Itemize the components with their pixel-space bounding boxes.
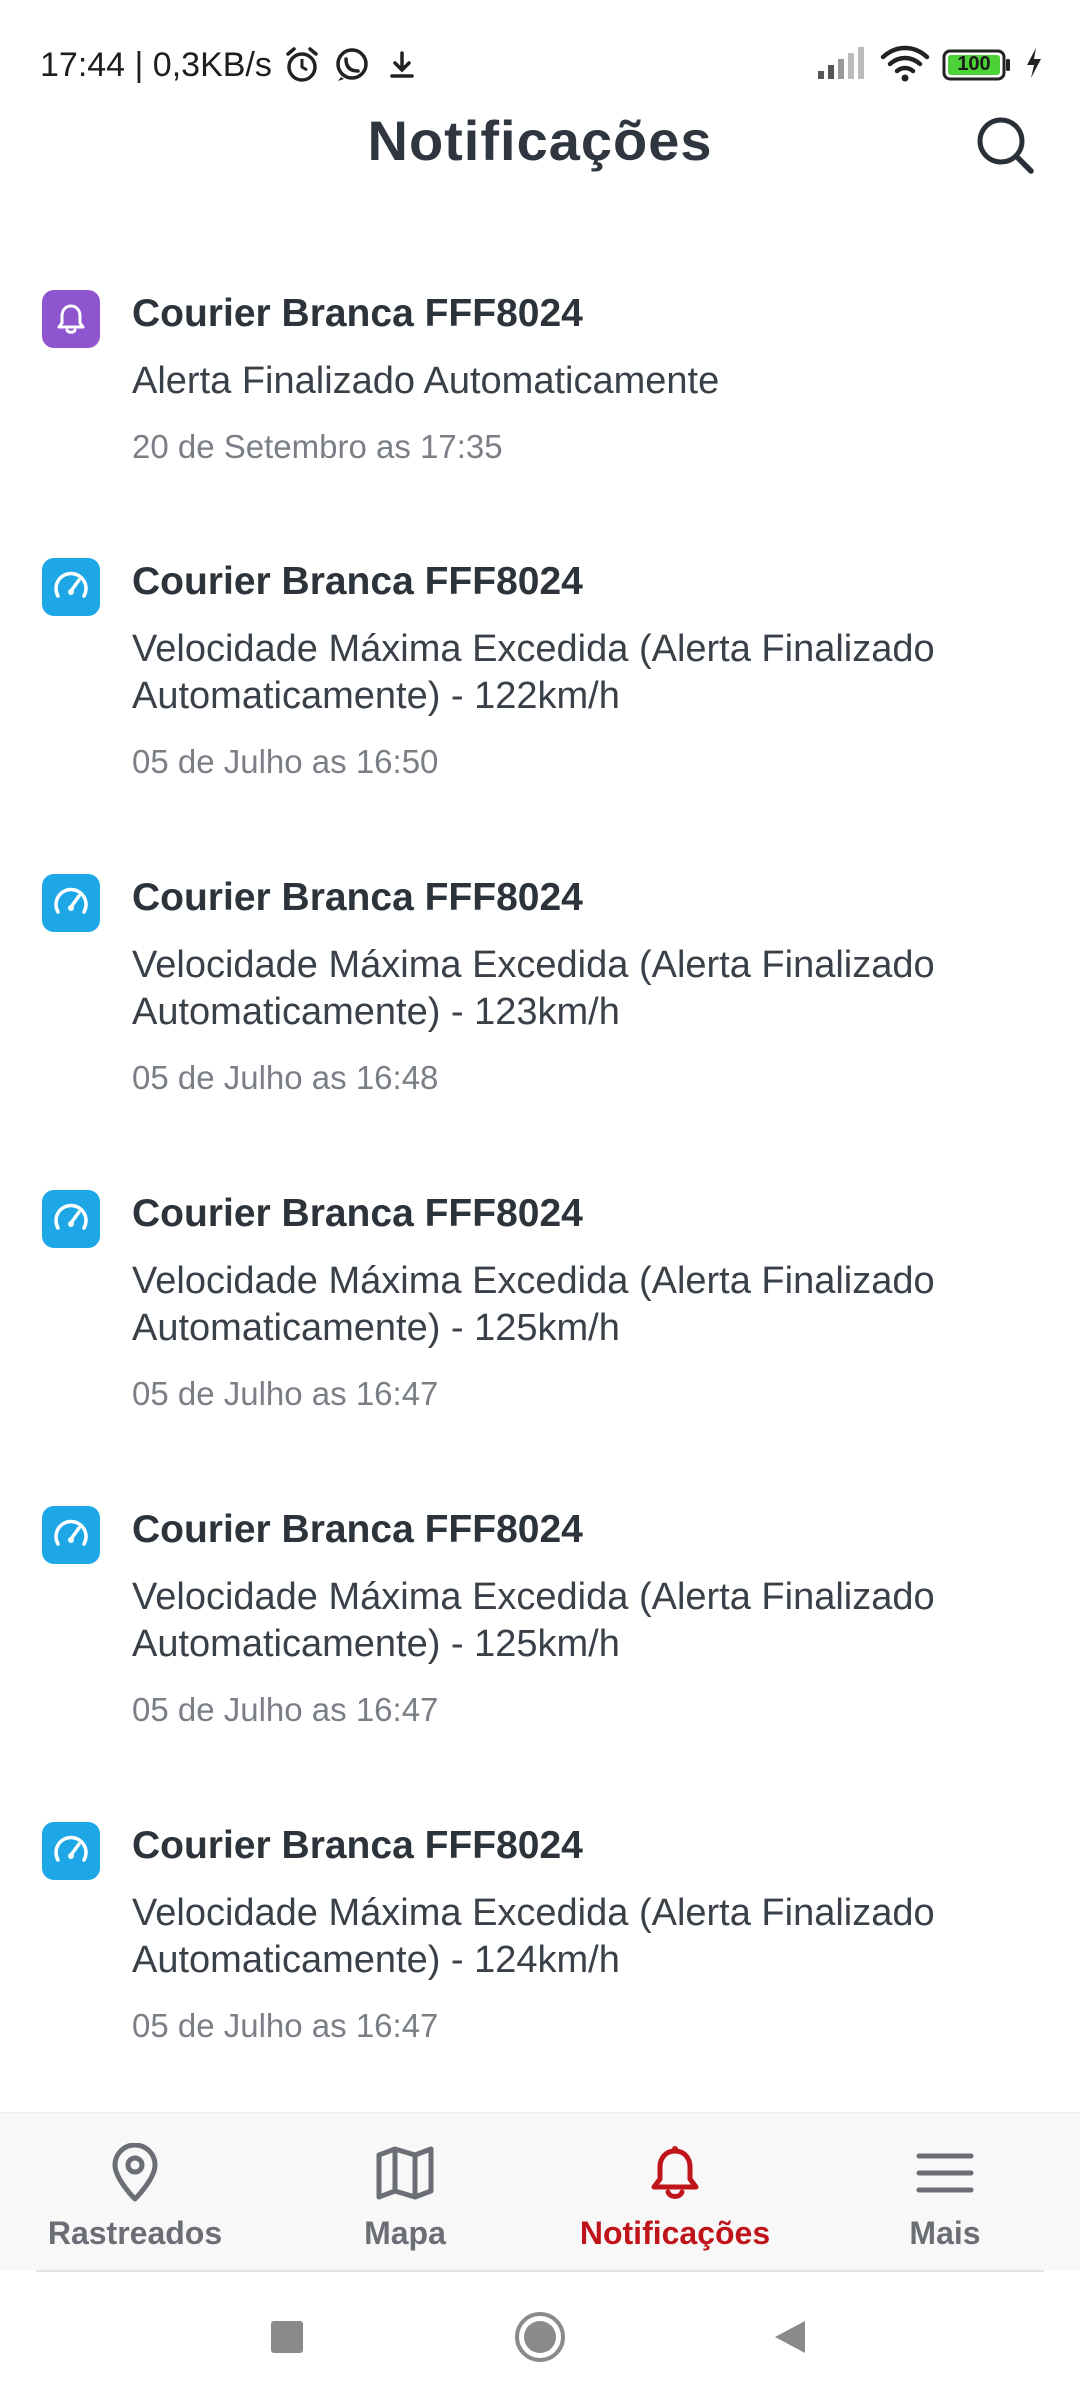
notification-body: Velocidade Máxima Excedida (Alerta Final…	[132, 944, 935, 1033]
charging-icon	[1024, 46, 1044, 85]
nav-label: Notificações	[579, 2215, 771, 2251]
bottom-navigation: Rastreados Mapa Notificações Mais	[0, 2112, 1080, 2270]
status-time-speed: 17:44 | 0,3KB/s	[40, 45, 272, 84]
nav-item-mapa[interactable]: Mapa	[270, 2113, 540, 2271]
nav-label: Mais	[909, 2215, 981, 2251]
notification-time: 05 de Julho as 16:48	[132, 1059, 439, 1096]
notification-time: 05 de Julho as 16:50	[132, 743, 439, 780]
notification-body: Alerta Finalizado Automaticamente	[132, 360, 720, 402]
home-icon	[515, 2312, 565, 2362]
wifi-icon	[880, 43, 930, 88]
notification-time: 05 de Julho as 16:47	[132, 1691, 439, 1728]
notification-item[interactable]: Courier Branca FFF8024 Velocidade Máxima…	[0, 538, 1080, 838]
notification-item[interactable]: Courier Branca FFF8024 Velocidade Máxima…	[0, 1486, 1080, 1786]
notification-time: 05 de Julho as 16:47	[132, 1375, 439, 1412]
speedometer-icon	[42, 874, 100, 932]
notification-title: Courier Branca FFF8024	[132, 292, 583, 335]
recents-icon	[271, 2321, 303, 2353]
download-icon	[382, 45, 422, 85]
battery-icon: 100	[942, 48, 1012, 82]
notification-title: Courier Branca FFF8024	[132, 876, 583, 919]
speedometer-icon	[42, 1506, 100, 1564]
bell-icon	[42, 290, 100, 348]
search-icon	[977, 117, 1034, 174]
notification-item[interactable]: Courier Branca FFF8024 Velocidade Máxima…	[0, 1802, 1080, 2102]
nav-label: Rastreados	[47, 2215, 223, 2251]
nav-item-mais[interactable]: Mais	[810, 2113, 1080, 2271]
location-pin-icon	[105, 2143, 165, 2203]
status-right: 100	[816, 42, 1044, 88]
nav-item-notificacoes[interactable]: Notificações	[540, 2113, 810, 2271]
speedometer-icon	[42, 558, 100, 616]
notification-title: Courier Branca FFF8024	[132, 1192, 583, 1235]
notification-title: Courier Branca FFF8024	[132, 1824, 583, 1867]
signal-icon	[816, 45, 868, 86]
nav-label: Mapa	[364, 2215, 446, 2251]
recents-button[interactable]	[252, 2302, 322, 2372]
search-button[interactable]	[970, 110, 1040, 180]
page-title: Notificações	[367, 109, 713, 172]
notification-body: Velocidade Máxima Excedida (Alerta Final…	[132, 1260, 935, 1349]
alarm-icon	[282, 45, 322, 85]
back-button[interactable]	[756, 2302, 826, 2372]
notification-title: Courier Branca FFF8024	[132, 560, 583, 603]
speedometer-icon	[42, 1822, 100, 1880]
whatsapp-icon	[332, 45, 372, 85]
back-icon	[775, 2321, 805, 2353]
notification-body: Velocidade Máxima Excedida (Alerta Final…	[132, 1892, 935, 1981]
speedometer-icon	[42, 1190, 100, 1248]
home-button[interactable]	[505, 2302, 575, 2372]
notification-body: Velocidade Máxima Excedida (Alerta Final…	[132, 1576, 935, 1665]
notification-time: 20 de Setembro as 17:35	[132, 428, 503, 465]
notification-title: Courier Branca FFF8024	[132, 1508, 583, 1551]
notification-item[interactable]: Courier Branca FFF8024 Velocidade Máxima…	[0, 854, 1080, 1154]
notification-body: Velocidade Máxima Excedida (Alerta Final…	[132, 628, 935, 717]
system-navigation-bar	[0, 2272, 1080, 2400]
map-icon	[375, 2143, 435, 2203]
nav-item-rastreados[interactable]: Rastreados	[0, 2113, 270, 2271]
menu-icon	[915, 2143, 975, 2203]
notification-time: 05 de Julho as 16:47	[132, 2007, 439, 2044]
app-header: Notificações	[0, 100, 1080, 190]
notification-item[interactable]: Courier Branca FFF8024 Velocidade Máxima…	[0, 1170, 1080, 1470]
battery-level: 100	[957, 53, 991, 75]
bell-icon	[645, 2143, 705, 2203]
status-left: 17:44 | 0,3KB/s	[40, 40, 422, 90]
notification-item[interactable]: Courier Branca FFF8024 Alerta Finalizado…	[0, 270, 1080, 520]
